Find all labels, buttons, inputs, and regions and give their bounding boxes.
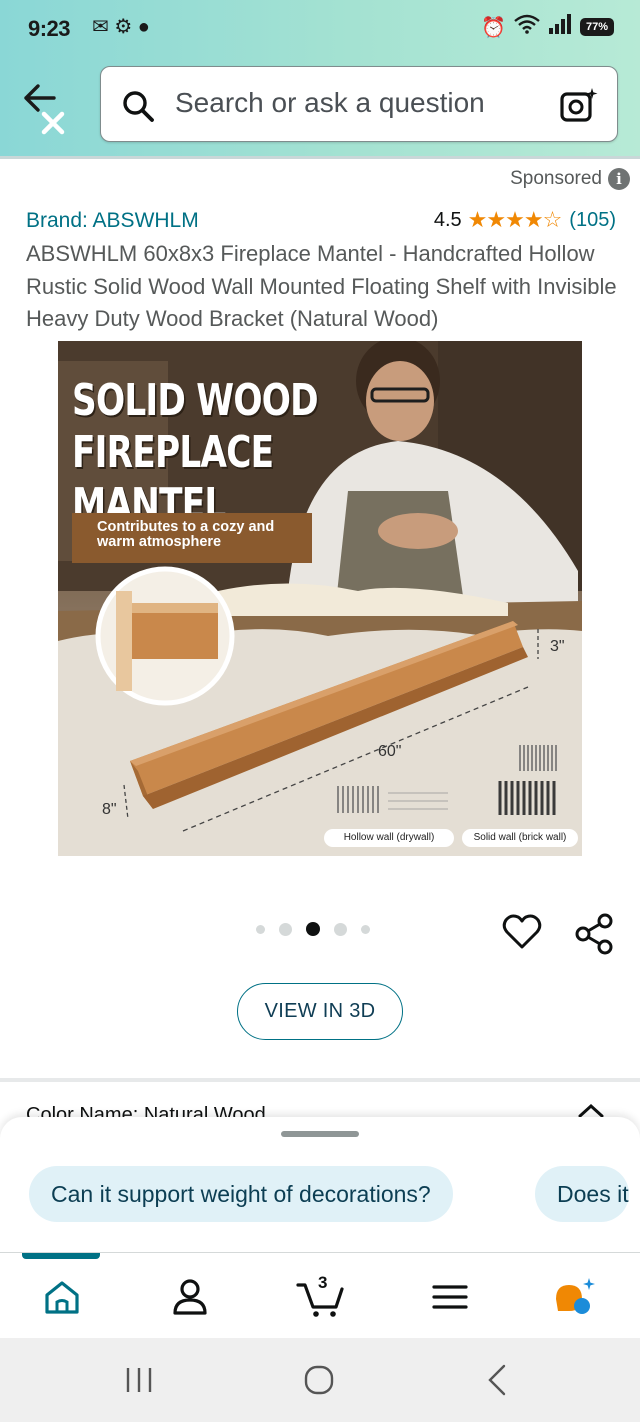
back-system-button[interactable] <box>478 1362 518 1398</box>
share-button[interactable] <box>574 912 614 956</box>
carousel-dot[interactable] <box>256 924 265 934</box>
back-arrow-icon <box>24 84 65 135</box>
question-chip[interactable]: Does it <box>535 1166 629 1222</box>
home-circle-icon <box>304 1365 334 1395</box>
nav-cart[interactable]: 3 <box>296 1273 348 1319</box>
color-name-row-obscured: Color Name: Natural Wood <box>26 1104 266 1118</box>
header-divider <box>0 156 640 159</box>
back-button[interactable] <box>18 80 78 140</box>
sponsored-label[interactable]: Sponsored i <box>510 168 630 190</box>
status-time: 9:23 <box>28 16 71 41</box>
rating-value: 4.5 <box>433 208 462 231</box>
section-divider <box>0 1078 640 1082</box>
image-headline: SOLID WOOD FIREPLACE MANTEL <box>72 375 400 531</box>
status-bar: 9:23 ✉ ⚙ ● ⏰ 77% <box>0 0 640 60</box>
info-icon[interactable]: i <box>608 168 630 190</box>
active-tab-indicator <box>22 1253 100 1259</box>
wishlist-button[interactable] <box>502 912 542 952</box>
view-in-3d-button[interactable]: VIEW IN 3D <box>237 983 403 1040</box>
system-navigation-bar <box>0 1338 640 1422</box>
sheet-drag-handle[interactable] <box>281 1131 359 1137</box>
suggested-questions-sheet[interactable]: Can it support weight of decorations? Do… <box>0 1117 640 1254</box>
battery-icon: 77% <box>580 18 614 36</box>
search-input[interactable]: Search or ask a question <box>175 87 485 119</box>
bottom-navigation: 3 <box>0 1252 640 1338</box>
recent-apps-button[interactable] <box>119 1362 159 1398</box>
status-indicators: ⏰ 77% <box>481 14 614 40</box>
carousel-dot-active[interactable] <box>306 922 320 936</box>
nav-account[interactable] <box>168 1275 212 1319</box>
account-icon <box>173 1279 207 1315</box>
brand-link[interactable]: Brand: ABSWHLM <box>26 209 199 233</box>
sponsored-text: Sponsored <box>510 168 602 189</box>
share-icon <box>575 913 613 955</box>
nav-menu[interactable] <box>428 1275 472 1319</box>
carousel-dot[interactable] <box>334 922 347 936</box>
camera-search-icon[interactable] <box>559 85 599 125</box>
nav-home[interactable] <box>40 1275 84 1319</box>
star-rating-icon: ★★★★☆ <box>467 207 563 232</box>
cart-count-badge: 3 <box>318 1273 328 1292</box>
wifi-icon <box>514 14 540 40</box>
search-icon <box>123 91 154 122</box>
product-image[interactable]: SOLID WOOD FIREPLACE MANTEL Contributes … <box>58 341 582 856</box>
chevron-left-icon <box>488 1364 506 1396</box>
caption-solid-wall: Solid wall (brick wall) <box>462 829 578 847</box>
menu-icon <box>432 1285 468 1309</box>
top-header: 9:23 ✉ ⚙ ● ⏰ 77% Search or ask a questio… <box>0 0 640 159</box>
caption-hollow-wall: Hollow wall (drywall) <box>324 829 454 847</box>
image-carousel-dots[interactable] <box>256 922 370 936</box>
search-bar[interactable]: Search or ask a question <box>100 66 618 142</box>
rating-summary[interactable]: 4.5 ★★★★☆ (105) <box>434 207 616 233</box>
notification-icons: ✉ ⚙ ● <box>92 16 150 38</box>
product-title[interactable]: ABSWHLM 60x8x3 Fireplace Mantel - Handcr… <box>26 238 626 336</box>
home-icon <box>45 1281 79 1314</box>
heart-icon <box>502 914 542 949</box>
home-system-button[interactable] <box>298 1362 338 1398</box>
chevron-up-icon[interactable] <box>576 1102 606 1118</box>
alarm-icon: ⏰ <box>481 16 506 39</box>
rufus-assistant-icon <box>556 1278 595 1314</box>
signal-icon <box>548 14 572 40</box>
nav-rufus[interactable] <box>552 1275 596 1319</box>
recents-icon <box>126 1368 152 1392</box>
carousel-dot[interactable] <box>279 922 292 936</box>
image-headline-line1: SOLID WOOD <box>72 375 319 426</box>
dimension-depth: 8" <box>102 801 117 818</box>
question-chip[interactable]: Can it support weight of decorations? <box>29 1166 453 1222</box>
dimension-length: 60" <box>378 743 402 760</box>
carousel-dot[interactable] <box>361 924 370 934</box>
review-count-link[interactable]: (105) <box>569 209 616 232</box>
image-feature-banner: Contributes to a cozy and warm atmospher… <box>72 513 312 563</box>
dimension-height: 3" <box>550 638 565 655</box>
